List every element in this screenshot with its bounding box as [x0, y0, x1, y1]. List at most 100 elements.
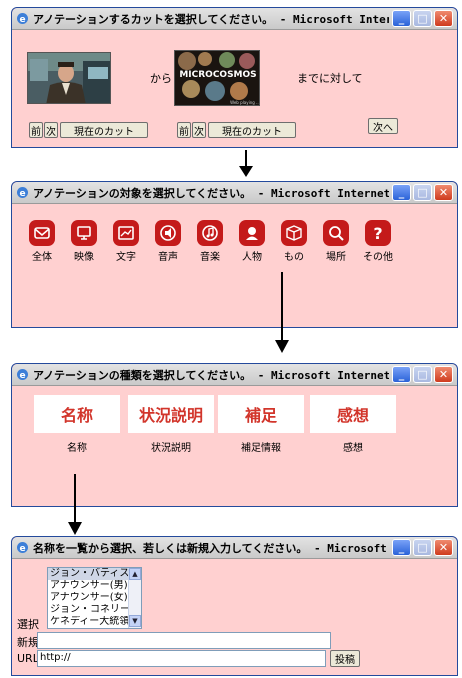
target-label: 人物	[242, 252, 262, 263]
name-option[interactable]: ケネディー大統領	[48, 616, 128, 628]
end-current-cut-button[interactable]: 現在のカット	[208, 122, 296, 138]
kind-window-title: アノテーションの種類を選択してください。 - Microsoft Interne…	[33, 368, 389, 382]
listbox-scrollbar[interactable]: ▲ ▼	[128, 568, 141, 628]
target-label: 音声	[158, 252, 178, 263]
until-label: までに対して	[297, 72, 363, 85]
kind-label: 名称	[67, 443, 87, 454]
next-step-button[interactable]: 次へ	[368, 118, 398, 134]
kind-window-titlebar[interactable]: e アノテーションの種類を選択してください。 - Microsoft Inter…	[12, 364, 457, 386]
kind-supplement[interactable]: 補足 補足情報	[218, 395, 304, 454]
kind-impression[interactable]: 感想 感想	[310, 395, 396, 454]
end-cut-thumbnail[interactable]: MICROCOSMOS Web playing ...	[174, 50, 260, 106]
target-select-window: e アノテーションの対象を選択してください。 - Microsoft Inter…	[11, 181, 458, 328]
maximize-button[interactable]: □	[413, 366, 432, 383]
start-current-cut-button[interactable]: 現在のカット	[60, 122, 148, 138]
cut-window-content: から MICROCOSMOS Web playing ... までに対して 前 …	[12, 30, 457, 148]
close-button[interactable]: ✕	[434, 366, 453, 383]
target-text[interactable]: 文字	[106, 220, 146, 263]
cut-select-window: e アノテーションするカットを選択してください。 - Microsoft Int…	[11, 7, 458, 148]
ie-icon: e	[17, 542, 28, 554]
minimize-button[interactable]: _	[392, 10, 411, 27]
kind-label: 感想	[343, 443, 363, 454]
url-input[interactable]: http://	[37, 650, 326, 667]
cut-window-title: アノテーションするカットを選択してください。 - Microsoft Inter…	[33, 12, 389, 26]
target-window-title: アノテーションの対象を選択してください。 - Microsoft Interne…	[33, 186, 389, 200]
kind-label: 補足情報	[241, 443, 281, 454]
speaker-icon	[155, 220, 181, 246]
name-option[interactable]: アナウンサー(男)	[48, 580, 128, 592]
target-object[interactable]: もの	[274, 220, 314, 263]
name-listbox[interactable]: ジョン・バティスタ アナウンサー(男) アナウンサー(女) ジョン・コネリー ケ…	[47, 567, 142, 629]
minimize-button[interactable]: _	[392, 539, 411, 556]
kind-name[interactable]: 名称 名称	[34, 395, 120, 454]
cut-window-titlebar[interactable]: e アノテーションするカットを選択してください。 - Microsoft Int…	[12, 8, 457, 30]
select-label: 選択	[17, 618, 39, 631]
person-icon	[239, 220, 265, 246]
target-label: その他	[363, 252, 393, 263]
name-window-content: ジョン・バティスタ アナウンサー(男) アナウンサー(女) ジョン・コネリー ケ…	[12, 559, 457, 676]
kind-button-supplement[interactable]: 補足	[218, 395, 304, 433]
target-label: 文字	[116, 252, 136, 263]
anchor-scene-image	[28, 53, 110, 103]
scroll-up-icon[interactable]: ▲	[129, 568, 141, 580]
flow-arrow-1	[239, 150, 253, 177]
box-icon	[281, 220, 307, 246]
kind-button-impression[interactable]: 感想	[310, 395, 396, 433]
scroll-down-icon[interactable]: ▼	[129, 615, 141, 627]
target-label: 場所	[326, 252, 346, 263]
start-prev-button[interactable]: 前	[29, 122, 43, 138]
name-window-title: 名称を一覧から選択、若しくは新規入力してください。 - Microsoft In…	[33, 541, 389, 555]
microcosmos-caption: Web playing ...	[230, 100, 260, 105]
start-next-button[interactable]: 次	[44, 122, 58, 138]
maximize-button[interactable]: □	[413, 539, 432, 556]
kind-button-situation[interactable]: 状況説明	[128, 395, 214, 433]
monitor-icon	[71, 220, 97, 246]
question-icon: ?	[365, 220, 391, 246]
url-label: URL	[17, 652, 39, 665]
end-next-button[interactable]: 次	[192, 122, 206, 138]
submit-button[interactable]: 投稿	[330, 650, 360, 667]
target-label: 映像	[74, 252, 94, 263]
envelope-icon	[29, 220, 55, 246]
magnifier-icon	[323, 220, 349, 246]
new-name-input[interactable]	[37, 632, 331, 649]
name-input-window: e 名称を一覧から選択、若しくは新規入力してください。 - Microsoft …	[11, 536, 458, 676]
name-option[interactable]: アナウンサー(女)	[48, 592, 128, 604]
close-button[interactable]: ✕	[434, 539, 453, 556]
new-label: 新規	[17, 636, 39, 649]
target-place[interactable]: 場所	[316, 220, 356, 263]
target-person[interactable]: 人物	[232, 220, 272, 263]
picture-icon	[113, 220, 139, 246]
svg-text:e: e	[19, 544, 25, 554]
flow-arrow-2	[275, 272, 289, 353]
target-whole[interactable]: 全体	[22, 220, 62, 263]
svg-text:?: ?	[373, 224, 382, 242]
name-option[interactable]: ジョン・バティスタ	[48, 568, 128, 580]
start-cut-thumbnail[interactable]	[27, 52, 111, 104]
close-button[interactable]: ✕	[434, 184, 453, 201]
target-window-titlebar[interactable]: e アノテーションの対象を選択してください。 - Microsoft Inter…	[12, 182, 457, 204]
flow-arrow-3	[68, 474, 82, 535]
maximize-button[interactable]: □	[413, 184, 432, 201]
ie-icon: e	[17, 187, 28, 199]
target-other[interactable]: ? その他	[358, 220, 398, 263]
name-option[interactable]: ジョン・コネリー	[48, 604, 128, 616]
microcosmos-image: MICROCOSMOS Web playing ...	[175, 51, 260, 105]
svg-text:e: e	[19, 371, 25, 381]
target-label: もの	[284, 252, 304, 263]
close-button[interactable]: ✕	[434, 10, 453, 27]
kind-label: 状況説明	[151, 443, 191, 454]
name-window-titlebar[interactable]: e 名称を一覧から選択、若しくは新規入力してください。 - Microsoft …	[12, 537, 457, 559]
minimize-button[interactable]: _	[392, 184, 411, 201]
target-music[interactable]: 音楽	[190, 220, 230, 263]
music-icon	[197, 220, 223, 246]
target-audio[interactable]: 音声	[148, 220, 188, 263]
target-video[interactable]: 映像	[64, 220, 104, 263]
end-prev-button[interactable]: 前	[177, 122, 191, 138]
maximize-button[interactable]: □	[413, 10, 432, 27]
svg-text:e: e	[19, 189, 25, 199]
kind-situation[interactable]: 状況説明 状況説明	[128, 395, 214, 454]
minimize-button[interactable]: _	[392, 366, 411, 383]
kind-button-name[interactable]: 名称	[34, 395, 120, 433]
target-label: 全体	[32, 252, 52, 263]
